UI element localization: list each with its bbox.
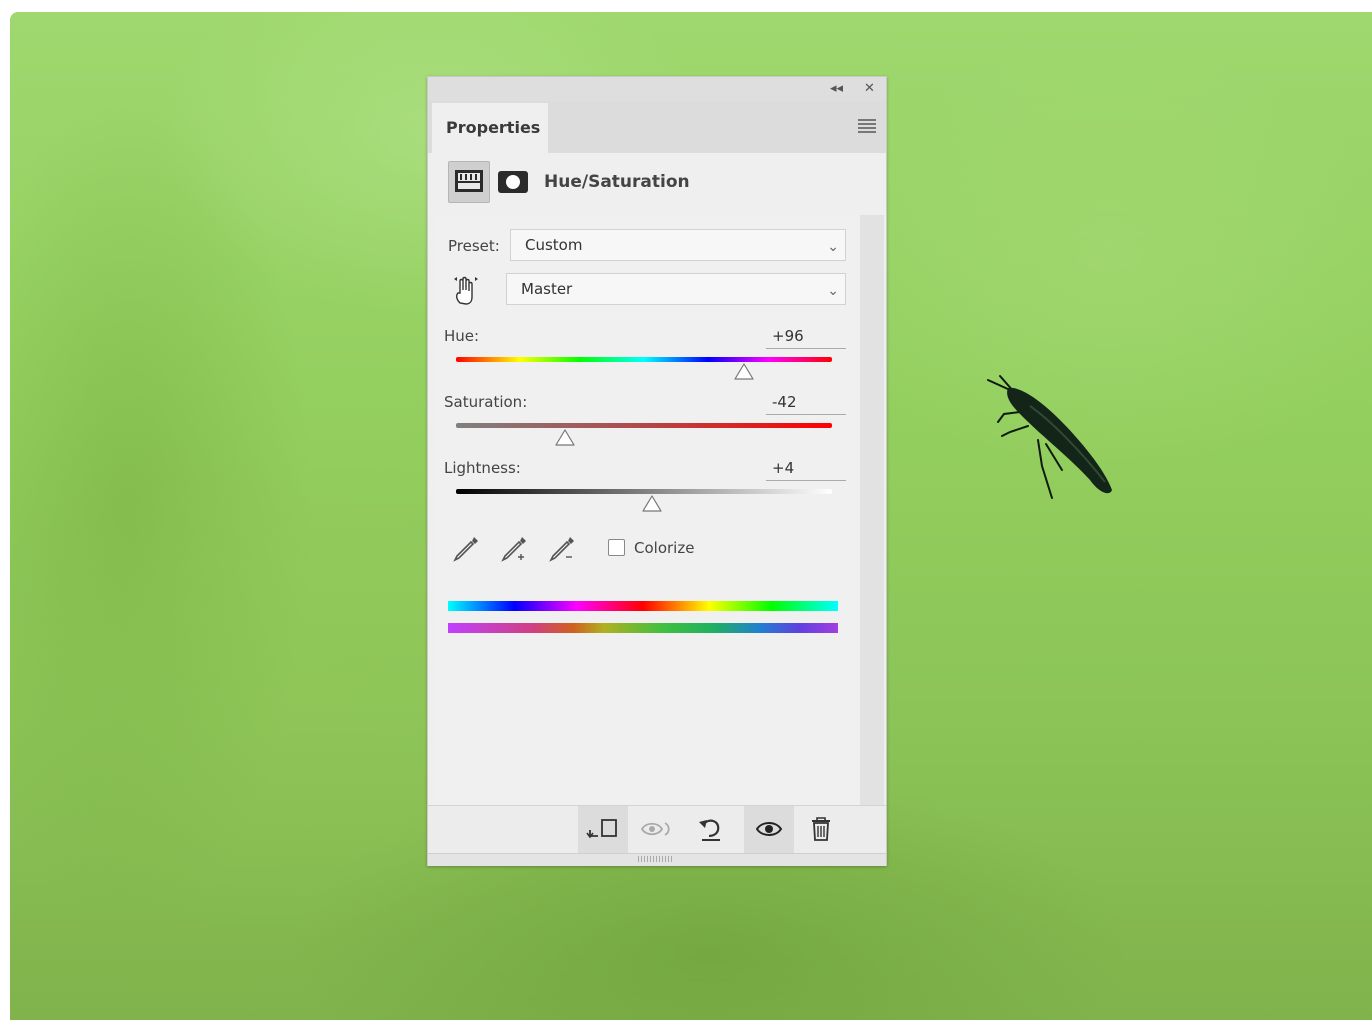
- saturation-label: Saturation:: [444, 393, 528, 411]
- hue-label: Hue:: [444, 327, 480, 345]
- preset-label: Preset:: [448, 237, 500, 255]
- colorize-checkbox[interactable]: [608, 539, 625, 556]
- adjustment-controls: Preset: Custom ⌄ Master ⌄ Hue: +96 Satur…: [434, 215, 858, 805]
- preset-dropdown[interactable]: Custom ⌄: [510, 229, 846, 261]
- delete-button[interactable]: [796, 806, 846, 854]
- layer-mask-button[interactable]: [494, 161, 536, 203]
- close-icon[interactable]: ✕: [864, 81, 875, 97]
- insect-silhouette: [987, 375, 1112, 499]
- colorize-label: Colorize: [634, 539, 695, 557]
- adjustment-layer-button[interactable]: [448, 161, 490, 203]
- clip-to-layer-button[interactable]: [578, 806, 628, 854]
- clip-to-layer-icon: [586, 819, 617, 839]
- hand-pointer-icon[interactable]: [448, 273, 484, 309]
- adjustment-layer-icon: [455, 170, 483, 192]
- adjustment-header: Hue/Saturation: [428, 153, 886, 213]
- channel-value: Master: [521, 280, 573, 298]
- eyedropper-icon[interactable]: [448, 531, 484, 567]
- properties-panel: ◂◂ ✕ Properties Hue/Saturation Preset: C…: [427, 76, 887, 866]
- tab-strip: Properties: [428, 101, 886, 153]
- saturation-slider-thumb[interactable]: [554, 429, 576, 447]
- panel-title-bar[interactable]: ◂◂ ✕: [428, 77, 886, 102]
- saturation-slider-track[interactable]: [456, 423, 832, 428]
- layer-mask-icon: [498, 171, 528, 193]
- adjustment-title: Hue/Saturation: [544, 172, 690, 192]
- output-color-spectrum: [448, 623, 838, 633]
- panel-scrollbar[interactable]: [860, 215, 884, 805]
- chevron-down-icon: ⌄: [827, 239, 839, 255]
- chevron-down-icon: ⌄: [827, 283, 839, 299]
- saturation-value-field[interactable]: -42: [766, 391, 846, 415]
- reset-icon: [699, 819, 720, 841]
- view-previous-state-button[interactable]: [632, 806, 682, 854]
- hamburger-menu-icon[interactable]: [858, 119, 876, 133]
- lightness-value-field[interactable]: +4: [766, 457, 846, 481]
- lightness-slider-thumb[interactable]: [641, 495, 663, 513]
- visibility-eye-icon: [755, 822, 783, 836]
- tab-properties[interactable]: Properties: [432, 103, 548, 153]
- visibility-toggle-button[interactable]: [744, 806, 794, 854]
- hue-slider-track[interactable]: [456, 357, 832, 362]
- hue-value-field[interactable]: +96: [766, 325, 846, 349]
- view-previous-state-icon: [640, 822, 670, 836]
- panel-footer: [428, 805, 886, 854]
- preset-value: Custom: [525, 236, 583, 254]
- reset-button[interactable]: [686, 806, 736, 854]
- panel-resize-grip[interactable]: [428, 853, 886, 866]
- hue-slider-thumb[interactable]: [733, 363, 755, 381]
- lightness-label: Lightness:: [444, 459, 521, 477]
- eyedropper-subtract-icon[interactable]: [544, 531, 580, 567]
- grip-lines: [638, 856, 674, 862]
- eyedropper-add-icon[interactable]: [496, 531, 532, 567]
- double-chevron-left-icon[interactable]: ◂◂: [830, 81, 843, 97]
- input-color-spectrum: [448, 601, 838, 611]
- channel-dropdown[interactable]: Master ⌄: [506, 273, 846, 305]
- eyedropper-row: Colorize: [434, 531, 858, 571]
- trash-icon: [812, 817, 830, 841]
- lightness-slider-track[interactable]: [456, 489, 832, 494]
